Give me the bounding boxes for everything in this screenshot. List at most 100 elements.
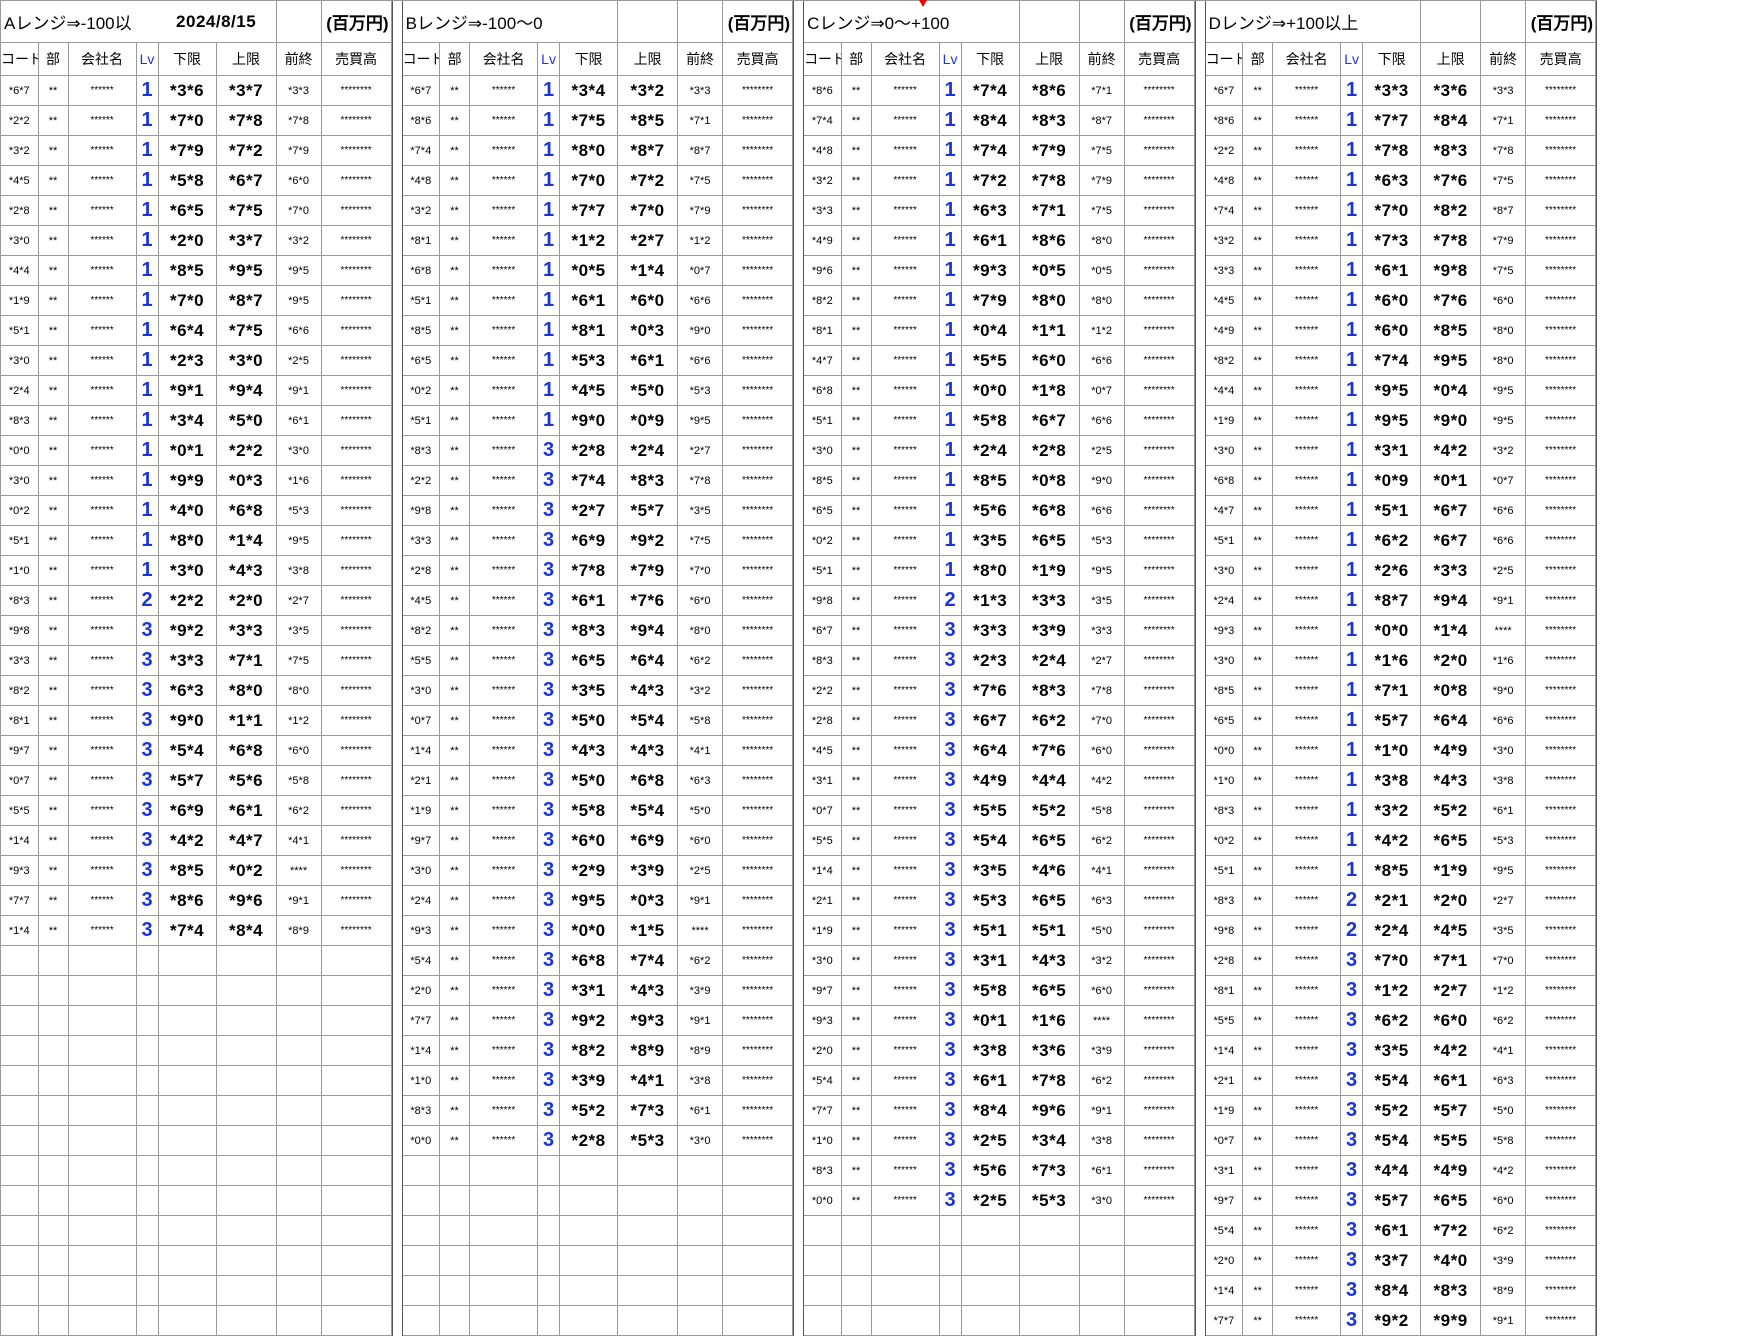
cell-hi[interactable]: *7*5: [216, 315, 277, 346]
cell-sales[interactable]: ********: [1124, 1125, 1195, 1156]
cell-prev[interactable]: *9*0: [1079, 465, 1125, 496]
cell-lv[interactable]: 1: [939, 165, 962, 196]
cell-code[interactable]: *6*7: [1205, 75, 1244, 106]
cell-prev[interactable]: *5*0: [1079, 915, 1125, 946]
empty-cell[interactable]: [939, 1275, 962, 1306]
cell-sales[interactable]: ********: [1124, 465, 1195, 496]
empty-cell[interactable]: [804, 1215, 842, 1246]
cell-name[interactable]: ******: [469, 645, 539, 676]
cell-lo[interactable]: *6*3: [1362, 165, 1422, 196]
cell-lo[interactable]: *2*9: [559, 855, 619, 886]
cell-hi[interactable]: *8*4: [1420, 105, 1482, 136]
cell-lo[interactable]: *3*5: [961, 525, 1020, 556]
cell-sales[interactable]: ********: [722, 405, 794, 436]
cell-lo[interactable]: *3*3: [1362, 75, 1422, 106]
cell-hi[interactable]: *9*9: [1420, 1305, 1482, 1336]
empty-cell[interactable]: [276, 1005, 322, 1036]
cell-lv[interactable]: 1: [136, 345, 159, 376]
cell-hi[interactable]: *3*3: [1420, 555, 1482, 586]
cell-hi[interactable]: *4*4: [1019, 765, 1080, 796]
cell-prev[interactable]: *0*7: [1079, 375, 1125, 406]
cell-hi[interactable]: *7*3: [1019, 1155, 1080, 1186]
cell-name[interactable]: ******: [469, 765, 539, 796]
cell-code[interactable]: *0*7: [1, 765, 39, 796]
cell-lv[interactable]: 3: [537, 465, 561, 496]
empty-cell[interactable]: [537, 1245, 561, 1276]
cell-lo[interactable]: *7*0: [1362, 195, 1422, 226]
empty-cell[interactable]: [216, 1095, 277, 1126]
cell-code[interactable]: *3*2: [1, 135, 39, 166]
cell-lo[interactable]: *0*5: [559, 255, 619, 286]
cell-lo[interactable]: *9*0: [158, 705, 217, 736]
cell-dept[interactable]: **: [1242, 795, 1274, 826]
cell-code[interactable]: *5*4: [402, 945, 441, 976]
cell-hi[interactable]: *1*4: [216, 525, 277, 556]
cell-name[interactable]: ******: [469, 135, 539, 166]
cell-sales[interactable]: ********: [1124, 645, 1195, 676]
cell-name[interactable]: ******: [469, 1095, 539, 1126]
cell-dept[interactable]: **: [1242, 975, 1274, 1006]
cell-code[interactable]: *2*2: [402, 465, 441, 496]
cell-sales[interactable]: ********: [1124, 1065, 1195, 1096]
empty-cell[interactable]: [68, 1275, 137, 1306]
cell-prev[interactable]: *6*6: [1480, 525, 1527, 556]
cell-lv[interactable]: 3: [537, 825, 561, 856]
cell-lv[interactable]: 3: [537, 765, 561, 796]
cell-dept[interactable]: **: [1242, 135, 1274, 166]
cell-lv[interactable]: 1: [1340, 615, 1364, 646]
cell-hi[interactable]: *1*8: [1019, 375, 1080, 406]
cell-lo[interactable]: *3*4: [559, 75, 619, 106]
cell-name[interactable]: ******: [68, 615, 137, 646]
cell-lv[interactable]: 1: [537, 105, 561, 136]
cell-lo[interactable]: *2*5: [961, 1125, 1020, 1156]
cell-name[interactable]: ******: [1272, 555, 1342, 586]
cell-dept[interactable]: **: [841, 285, 872, 316]
empty-cell[interactable]: [804, 1305, 842, 1336]
empty-cell[interactable]: [68, 1095, 137, 1126]
cell-prev[interactable]: *9*5: [1480, 375, 1527, 406]
empty-cell[interactable]: [677, 1245, 724, 1276]
cell-lv[interactable]: 1: [939, 225, 962, 256]
cell-name[interactable]: ******: [871, 465, 940, 496]
empty-cell[interactable]: [1420, 1, 1482, 43]
cell-sales[interactable]: ********: [321, 795, 392, 826]
cell-name[interactable]: ******: [68, 795, 137, 826]
cell-name[interactable]: ******: [68, 585, 137, 616]
cell-lv[interactable]: 2: [939, 585, 962, 616]
cell-lo[interactable]: *2*3: [158, 345, 217, 376]
cell-name[interactable]: ******: [871, 1065, 940, 1096]
cell-lo[interactable]: *6*1: [1362, 1215, 1422, 1246]
empty-cell[interactable]: [469, 1245, 539, 1276]
cell-hi[interactable]: *7*6: [1420, 285, 1482, 316]
cell-code[interactable]: *8*1: [1, 705, 39, 736]
empty-cell[interactable]: [1, 975, 39, 1006]
empty-cell[interactable]: [136, 1245, 159, 1276]
cell-lv[interactable]: 3: [1340, 1095, 1364, 1126]
cell-lo[interactable]: *7*8: [559, 555, 619, 586]
cell-name[interactable]: ******: [68, 75, 137, 106]
comment-indicator-icon[interactable]: [919, 0, 927, 7]
cell-code[interactable]: *2*2: [1, 105, 39, 136]
cell-hi[interactable]: *6*1: [1420, 1065, 1482, 1096]
empty-cell[interactable]: [158, 1305, 217, 1336]
cell-prev[interactable]: *6*0: [1079, 975, 1125, 1006]
cell-sales[interactable]: ********: [722, 375, 794, 406]
cell-hi[interactable]: *7*6: [1019, 735, 1080, 766]
cell-prev[interactable]: *6*6: [1079, 345, 1125, 376]
cell-sales[interactable]: ********: [1124, 765, 1195, 796]
cell-lo[interactable]: *6*4: [961, 735, 1020, 766]
cell-dept[interactable]: **: [38, 105, 69, 136]
cell-code[interactable]: *3*0: [1205, 645, 1244, 676]
empty-cell[interactable]: [1079, 1245, 1125, 1276]
cell-lo[interactable]: *7*6: [961, 675, 1020, 706]
cell-hi[interactable]: *6*5: [1019, 975, 1080, 1006]
empty-cell[interactable]: [402, 1185, 441, 1216]
cell-code[interactable]: *6*7: [1, 75, 39, 106]
cell-sales[interactable]: ********: [1525, 1005, 1597, 1036]
cell-hi[interactable]: *7*1: [1019, 195, 1080, 226]
cell-hi[interactable]: *6*4: [1420, 705, 1482, 736]
cell-sales[interactable]: ********: [1124, 1035, 1195, 1066]
cell-sales[interactable]: ********: [1124, 975, 1195, 1006]
cell-prev[interactable]: *3*9: [1480, 1245, 1527, 1276]
empty-cell[interactable]: [276, 1185, 322, 1216]
